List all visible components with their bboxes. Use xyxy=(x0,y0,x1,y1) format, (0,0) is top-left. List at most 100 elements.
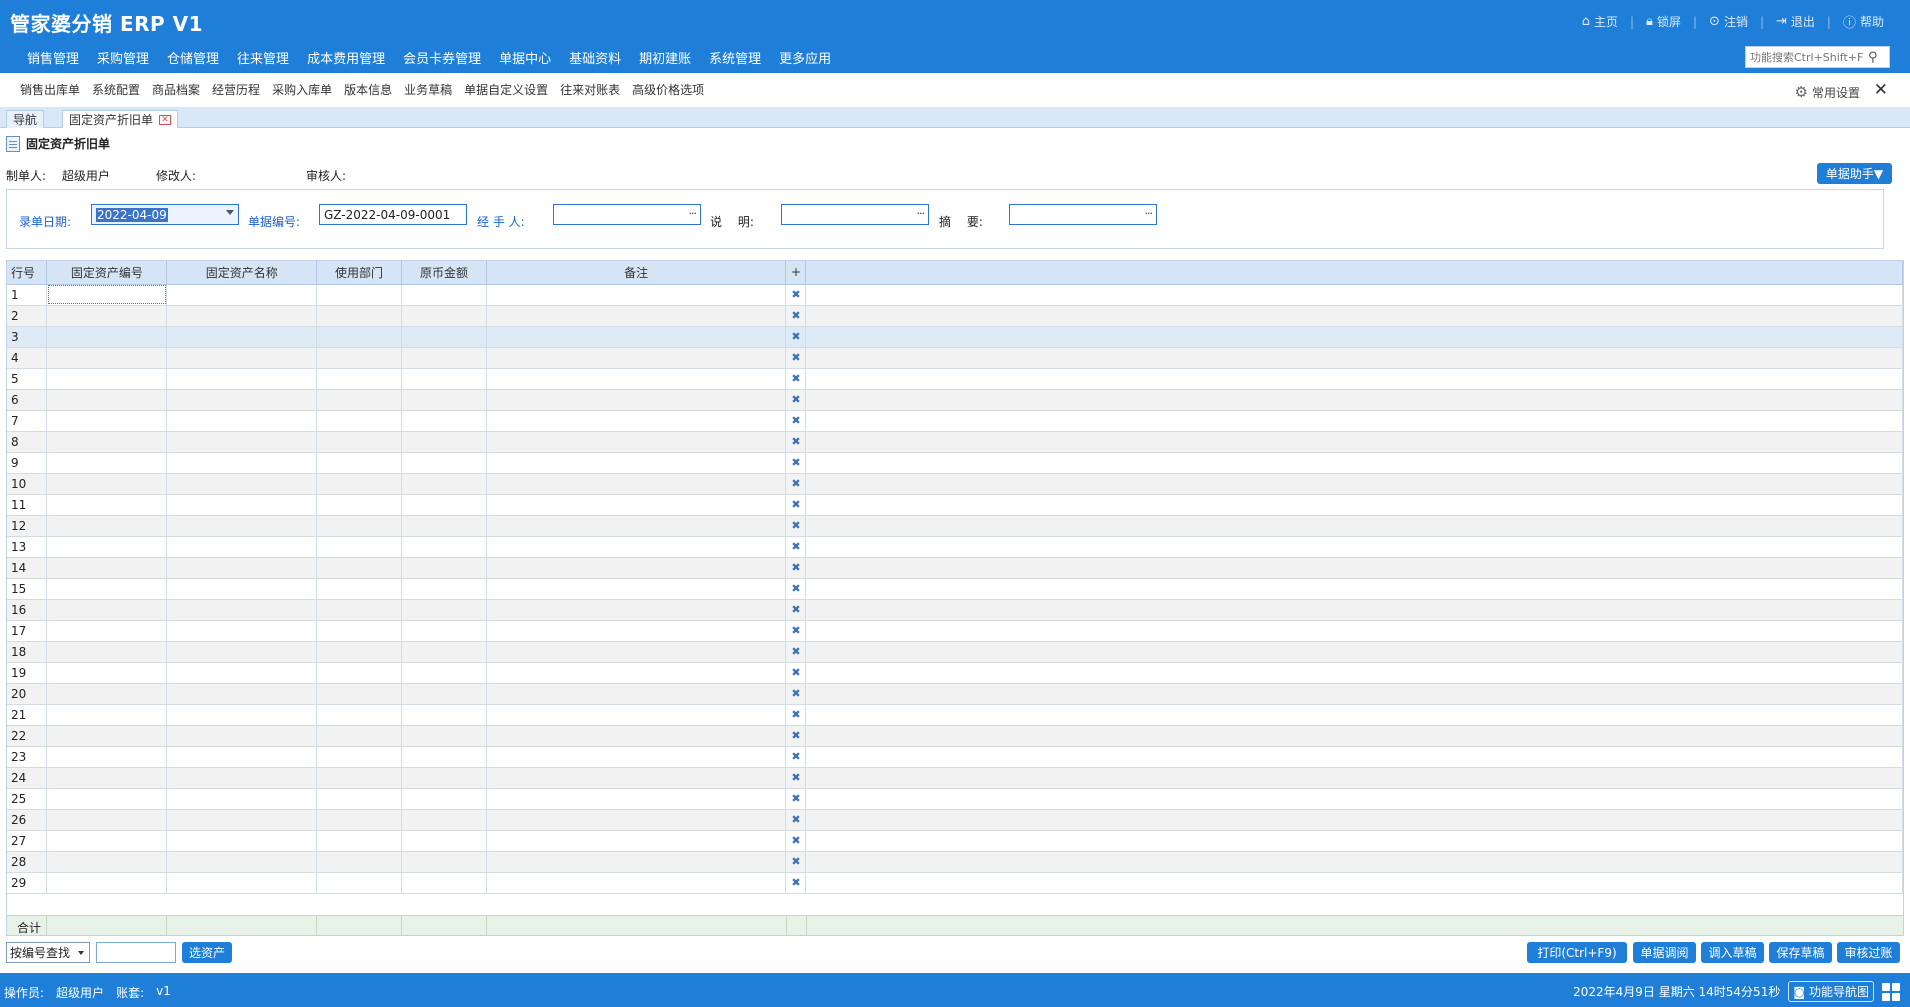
print-button[interactable]: 打印(Ctrl+F9) xyxy=(1527,942,1627,963)
department-cell[interactable] xyxy=(316,515,402,537)
remarks-cell[interactable] xyxy=(486,515,787,537)
remarks-cell[interactable] xyxy=(486,410,787,432)
asset-code-cell[interactable] xyxy=(46,305,168,327)
remarks-cell[interactable] xyxy=(486,578,787,600)
amount-cell[interactable] xyxy=(401,746,487,768)
col-header-amount[interactable]: 原币金额 xyxy=(401,261,487,285)
department-cell[interactable] xyxy=(316,599,402,621)
asset-name-cell[interactable] xyxy=(166,662,318,684)
asset-code-cell[interactable] xyxy=(46,704,168,726)
table-row[interactable]: 10 ✖ xyxy=(7,473,1903,495)
col-header-department[interactable]: 使用部门 xyxy=(316,261,402,285)
remarks-cell[interactable] xyxy=(486,851,787,873)
quick-link-reconciliation[interactable]: 往来对账表 xyxy=(554,81,626,98)
delete-row-icon[interactable]: ✖ xyxy=(785,851,807,873)
nav-accounts[interactable]: 往来管理 xyxy=(228,48,298,67)
asset-code-cell[interactable] xyxy=(46,452,168,474)
delete-row-icon[interactable]: ✖ xyxy=(785,809,807,831)
remarks-cell[interactable] xyxy=(486,725,787,747)
delete-row-icon[interactable]: ✖ xyxy=(785,872,807,894)
delete-row-icon[interactable]: ✖ xyxy=(785,515,807,537)
asset-code-cell[interactable] xyxy=(46,410,168,432)
quick-link-sales-out[interactable]: 销售出库单 xyxy=(14,81,86,98)
search-mode-select[interactable]: 按编号查找 xyxy=(6,942,90,963)
asset-code-cell[interactable] xyxy=(46,347,168,369)
date-picker[interactable]: 2022-04-09 xyxy=(91,204,239,225)
delete-row-icon[interactable]: ✖ xyxy=(785,725,807,747)
tab-navigation[interactable]: 导航 xyxy=(6,110,45,128)
amount-cell[interactable] xyxy=(401,368,487,390)
asset-code-cell[interactable] xyxy=(46,494,168,516)
amount-cell[interactable] xyxy=(401,536,487,558)
delete-row-icon[interactable]: ✖ xyxy=(785,410,807,432)
table-row[interactable]: 9 ✖ xyxy=(7,452,1903,474)
asset-name-cell[interactable] xyxy=(166,641,318,663)
department-cell[interactable] xyxy=(316,557,402,579)
delete-row-icon[interactable]: ✖ xyxy=(785,431,807,453)
table-row[interactable]: 29 ✖ xyxy=(7,872,1903,894)
table-row[interactable]: 22 ✖ xyxy=(7,725,1903,747)
quick-link-system-config[interactable]: 系统配置 xyxy=(86,81,146,98)
query-document-button[interactable]: 单据调阅 xyxy=(1633,942,1696,963)
table-row[interactable]: 7 ✖ xyxy=(7,410,1903,432)
nav-document-center[interactable]: 单据中心 xyxy=(490,48,560,67)
load-draft-button[interactable]: 调入草稿 xyxy=(1701,942,1764,963)
amount-cell[interactable] xyxy=(401,851,487,873)
table-row[interactable]: 2 ✖ xyxy=(7,305,1903,327)
department-cell[interactable] xyxy=(316,368,402,390)
remarks-cell[interactable] xyxy=(486,872,787,894)
department-cell[interactable] xyxy=(316,431,402,453)
table-row[interactable]: 24 ✖ xyxy=(7,767,1903,789)
asset-code-cell[interactable] xyxy=(46,620,168,642)
quick-link-purchase-in[interactable]: 采购入库单 xyxy=(266,81,338,98)
asset-code-cell[interactable] xyxy=(46,641,168,663)
save-draft-button[interactable]: 保存草稿 xyxy=(1769,942,1832,963)
asset-name-cell[interactable] xyxy=(166,683,318,705)
department-cell[interactable] xyxy=(316,305,402,327)
common-settings-link[interactable]: ⚙ 常用设置 xyxy=(1795,83,1860,101)
remarks-cell[interactable] xyxy=(486,767,787,789)
amount-cell[interactable] xyxy=(401,347,487,369)
asset-code-cell[interactable] xyxy=(46,599,168,621)
remarks-cell[interactable] xyxy=(486,326,787,348)
delete-row-icon[interactable]: ✖ xyxy=(785,389,807,411)
table-row[interactable]: 3 ✖ xyxy=(7,326,1903,348)
department-cell[interactable] xyxy=(316,704,402,726)
table-row[interactable]: 13 ✖ xyxy=(7,536,1903,558)
amount-cell[interactable] xyxy=(401,767,487,789)
nav-member-card[interactable]: 会员卡券管理 xyxy=(394,48,490,67)
department-cell[interactable] xyxy=(316,851,402,873)
asset-search-input[interactable] xyxy=(96,942,176,963)
amount-cell[interactable] xyxy=(401,725,487,747)
amount-cell[interactable] xyxy=(401,872,487,894)
lock-screen-link[interactable]: 🔒︎ 锁屏 xyxy=(1638,13,1689,30)
amount-cell[interactable] xyxy=(401,683,487,705)
ellipsis-icon[interactable]: ··· xyxy=(917,207,925,220)
asset-name-cell[interactable] xyxy=(166,347,318,369)
amount-cell[interactable] xyxy=(401,452,487,474)
asset-name-cell[interactable] xyxy=(166,578,318,600)
asset-name-cell[interactable] xyxy=(166,389,318,411)
remarks-cell[interactable] xyxy=(486,830,787,852)
quick-link-history[interactable]: 经营历程 xyxy=(206,81,266,98)
asset-name-cell[interactable] xyxy=(166,305,318,327)
asset-name-cell[interactable] xyxy=(166,746,318,768)
asset-code-cell[interactable] xyxy=(46,809,168,831)
delete-row-icon[interactable]: ✖ xyxy=(785,452,807,474)
remarks-cell[interactable] xyxy=(486,599,787,621)
remarks-cell[interactable] xyxy=(486,494,787,516)
note-field[interactable]: ··· xyxy=(781,204,929,225)
remarks-cell[interactable] xyxy=(486,788,787,810)
asset-name-cell[interactable] xyxy=(166,620,318,642)
amount-cell[interactable] xyxy=(401,809,487,831)
amount-cell[interactable] xyxy=(401,620,487,642)
asset-code-cell[interactable] xyxy=(46,788,168,810)
amount-cell[interactable] xyxy=(401,578,487,600)
col-header-remarks[interactable]: 备注 xyxy=(486,261,787,285)
department-cell[interactable] xyxy=(316,410,402,432)
home-link[interactable]: ⌂ 主页 xyxy=(1574,13,1626,30)
department-cell[interactable] xyxy=(316,284,402,306)
remarks-cell[interactable] xyxy=(486,368,787,390)
asset-code-cell[interactable] xyxy=(46,767,168,789)
table-row[interactable]: 19 ✖ xyxy=(7,662,1903,684)
